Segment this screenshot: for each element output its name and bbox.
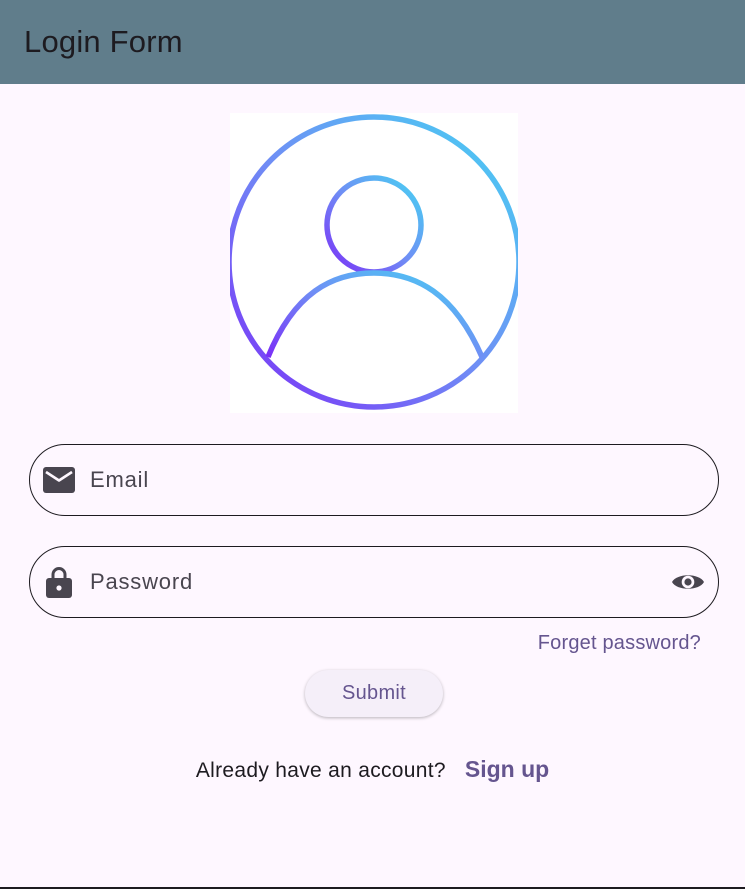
signup-link[interactable]: Sign up bbox=[465, 756, 549, 783]
password-input[interactable] bbox=[90, 564, 658, 600]
email-field[interactable] bbox=[29, 444, 719, 516]
signup-prompt: Already have an account? bbox=[195, 759, 446, 782]
mail-icon bbox=[43, 464, 75, 496]
forgot-password-link[interactable]: Forget password? bbox=[538, 632, 701, 655]
app-bar: Login Form bbox=[0, 0, 745, 84]
login-screen: Login Form Email Forget password? Submit… bbox=[0, 0, 745, 889]
eye-icon[interactable] bbox=[670, 564, 706, 600]
signup-row: Already have an account? Sign up bbox=[0, 756, 745, 783]
page-title: Login Form bbox=[24, 24, 183, 59]
password-field[interactable] bbox=[29, 546, 719, 618]
email-input[interactable] bbox=[90, 462, 658, 498]
submit-button[interactable]: Submit bbox=[305, 670, 443, 717]
avatar bbox=[230, 113, 518, 413]
lock-icon bbox=[43, 566, 75, 598]
user-circle-icon bbox=[230, 114, 518, 410]
